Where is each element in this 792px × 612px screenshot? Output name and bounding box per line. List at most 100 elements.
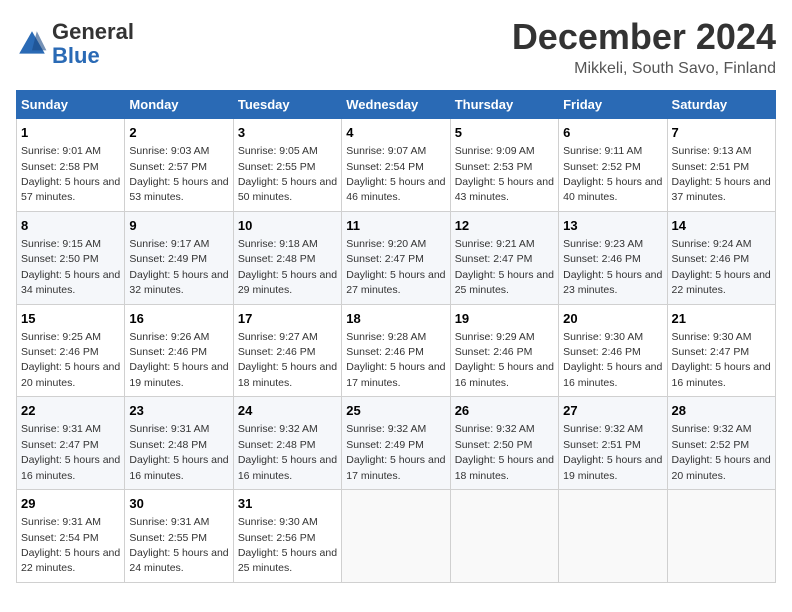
header: General Blue December 2024 Mikkeli, Sout… (16, 16, 776, 78)
calendar-cell (450, 490, 558, 583)
calendar-week-1: 1 Sunrise: 9:01 AMSunset: 2:58 PMDayligh… (17, 119, 776, 212)
day-number: 23 (129, 402, 228, 420)
day-sunrise: Sunrise: 9:01 AMSunset: 2:58 PMDaylight:… (21, 145, 120, 203)
day-sunrise: Sunrise: 9:18 AMSunset: 2:48 PMDaylight:… (238, 238, 337, 296)
day-sunrise: Sunrise: 9:32 AMSunset: 2:50 PMDaylight:… (455, 423, 554, 481)
day-sunrise: Sunrise: 9:20 AMSunset: 2:47 PMDaylight:… (346, 238, 445, 296)
subtitle: Mikkeli, South Savo, Finland (512, 60, 776, 78)
calendar-cell: 27 Sunrise: 9:32 AMSunset: 2:51 PMDaylig… (559, 397, 667, 490)
calendar-cell: 26 Sunrise: 9:32 AMSunset: 2:50 PMDaylig… (450, 397, 558, 490)
day-sunrise: Sunrise: 9:30 AMSunset: 2:56 PMDaylight:… (238, 516, 337, 574)
calendar-body: 1 Sunrise: 9:01 AMSunset: 2:58 PMDayligh… (17, 119, 776, 583)
calendar-header-row: SundayMondayTuesdayWednesdayThursdayFrid… (17, 91, 776, 119)
calendar-cell (342, 490, 450, 583)
day-number: 10 (238, 217, 337, 235)
calendar-cell: 31 Sunrise: 9:30 AMSunset: 2:56 PMDaylig… (233, 490, 341, 583)
calendar-cell: 18 Sunrise: 9:28 AMSunset: 2:46 PMDaylig… (342, 304, 450, 397)
calendar-cell: 30 Sunrise: 9:31 AMSunset: 2:55 PMDaylig… (125, 490, 233, 583)
calendar-cell (667, 490, 775, 583)
calendar-cell: 13 Sunrise: 9:23 AMSunset: 2:46 PMDaylig… (559, 211, 667, 304)
day-sunrise: Sunrise: 9:26 AMSunset: 2:46 PMDaylight:… (129, 331, 228, 389)
calendar-cell: 22 Sunrise: 9:31 AMSunset: 2:47 PMDaylig… (17, 397, 125, 490)
logo-icon (16, 28, 48, 60)
day-number: 11 (346, 217, 445, 235)
day-sunrise: Sunrise: 9:13 AMSunset: 2:51 PMDaylight:… (672, 145, 771, 203)
day-sunrise: Sunrise: 9:32 AMSunset: 2:51 PMDaylight:… (563, 423, 662, 481)
calendar-table: SundayMondayTuesdayWednesdayThursdayFrid… (16, 90, 776, 583)
day-number: 17 (238, 310, 337, 328)
day-sunrise: Sunrise: 9:23 AMSunset: 2:46 PMDaylight:… (563, 238, 662, 296)
day-number: 20 (563, 310, 662, 328)
day-number: 26 (455, 402, 554, 420)
day-number: 12 (455, 217, 554, 235)
day-number: 3 (238, 124, 337, 142)
calendar-cell: 2 Sunrise: 9:03 AMSunset: 2:57 PMDayligh… (125, 119, 233, 212)
day-sunrise: Sunrise: 9:27 AMSunset: 2:46 PMDaylight:… (238, 331, 337, 389)
day-sunrise: Sunrise: 9:24 AMSunset: 2:46 PMDaylight:… (672, 238, 771, 296)
main-title: December 2024 (512, 16, 776, 58)
day-sunrise: Sunrise: 9:30 AMSunset: 2:46 PMDaylight:… (563, 331, 662, 389)
day-number: 4 (346, 124, 445, 142)
calendar-cell: 1 Sunrise: 9:01 AMSunset: 2:58 PMDayligh… (17, 119, 125, 212)
day-number: 19 (455, 310, 554, 328)
calendar-week-5: 29 Sunrise: 9:31 AMSunset: 2:54 PMDaylig… (17, 490, 776, 583)
day-number: 2 (129, 124, 228, 142)
day-number: 1 (21, 124, 120, 142)
day-sunrise: Sunrise: 9:32 AMSunset: 2:49 PMDaylight:… (346, 423, 445, 481)
day-number: 5 (455, 124, 554, 142)
calendar-cell: 7 Sunrise: 9:13 AMSunset: 2:51 PMDayligh… (667, 119, 775, 212)
day-sunrise: Sunrise: 9:07 AMSunset: 2:54 PMDaylight:… (346, 145, 445, 203)
calendar-cell: 28 Sunrise: 9:32 AMSunset: 2:52 PMDaylig… (667, 397, 775, 490)
calendar-cell: 5 Sunrise: 9:09 AMSunset: 2:53 PMDayligh… (450, 119, 558, 212)
day-number: 21 (672, 310, 771, 328)
calendar-cell: 9 Sunrise: 9:17 AMSunset: 2:49 PMDayligh… (125, 211, 233, 304)
calendar-header-thursday: Thursday (450, 91, 558, 119)
calendar-week-4: 22 Sunrise: 9:31 AMSunset: 2:47 PMDaylig… (17, 397, 776, 490)
calendar-cell: 3 Sunrise: 9:05 AMSunset: 2:55 PMDayligh… (233, 119, 341, 212)
day-number: 24 (238, 402, 337, 420)
day-sunrise: Sunrise: 9:31 AMSunset: 2:48 PMDaylight:… (129, 423, 228, 481)
calendar-cell: 12 Sunrise: 9:21 AMSunset: 2:47 PMDaylig… (450, 211, 558, 304)
day-sunrise: Sunrise: 9:15 AMSunset: 2:50 PMDaylight:… (21, 238, 120, 296)
calendar-cell: 10 Sunrise: 9:18 AMSunset: 2:48 PMDaylig… (233, 211, 341, 304)
day-number: 22 (21, 402, 120, 420)
day-sunrise: Sunrise: 9:32 AMSunset: 2:52 PMDaylight:… (672, 423, 771, 481)
calendar-cell: 23 Sunrise: 9:31 AMSunset: 2:48 PMDaylig… (125, 397, 233, 490)
calendar-week-3: 15 Sunrise: 9:25 AMSunset: 2:46 PMDaylig… (17, 304, 776, 397)
calendar-cell: 17 Sunrise: 9:27 AMSunset: 2:46 PMDaylig… (233, 304, 341, 397)
day-number: 27 (563, 402, 662, 420)
day-sunrise: Sunrise: 9:05 AMSunset: 2:55 PMDaylight:… (238, 145, 337, 203)
calendar-cell: 14 Sunrise: 9:24 AMSunset: 2:46 PMDaylig… (667, 211, 775, 304)
day-sunrise: Sunrise: 9:09 AMSunset: 2:53 PMDaylight:… (455, 145, 554, 203)
calendar-header-tuesday: Tuesday (233, 91, 341, 119)
day-number: 18 (346, 310, 445, 328)
day-number: 6 (563, 124, 662, 142)
day-number: 15 (21, 310, 120, 328)
calendar-cell: 29 Sunrise: 9:31 AMSunset: 2:54 PMDaylig… (17, 490, 125, 583)
day-sunrise: Sunrise: 9:25 AMSunset: 2:46 PMDaylight:… (21, 331, 120, 389)
calendar-cell: 6 Sunrise: 9:11 AMSunset: 2:52 PMDayligh… (559, 119, 667, 212)
day-sunrise: Sunrise: 9:29 AMSunset: 2:46 PMDaylight:… (455, 331, 554, 389)
day-number: 7 (672, 124, 771, 142)
calendar-cell: 21 Sunrise: 9:30 AMSunset: 2:47 PMDaylig… (667, 304, 775, 397)
day-sunrise: Sunrise: 9:03 AMSunset: 2:57 PMDaylight:… (129, 145, 228, 203)
calendar-cell: 4 Sunrise: 9:07 AMSunset: 2:54 PMDayligh… (342, 119, 450, 212)
day-sunrise: Sunrise: 9:28 AMSunset: 2:46 PMDaylight:… (346, 331, 445, 389)
day-sunrise: Sunrise: 9:32 AMSunset: 2:48 PMDaylight:… (238, 423, 337, 481)
calendar-cell: 24 Sunrise: 9:32 AMSunset: 2:48 PMDaylig… (233, 397, 341, 490)
day-number: 9 (129, 217, 228, 235)
calendar-header-monday: Monday (125, 91, 233, 119)
logo-text: General Blue (52, 20, 134, 68)
calendar-cell: 16 Sunrise: 9:26 AMSunset: 2:46 PMDaylig… (125, 304, 233, 397)
day-sunrise: Sunrise: 9:31 AMSunset: 2:55 PMDaylight:… (129, 516, 228, 574)
calendar-cell: 25 Sunrise: 9:32 AMSunset: 2:49 PMDaylig… (342, 397, 450, 490)
day-sunrise: Sunrise: 9:31 AMSunset: 2:54 PMDaylight:… (21, 516, 120, 574)
day-number: 31 (238, 495, 337, 513)
day-number: 13 (563, 217, 662, 235)
title-block: December 2024 Mikkeli, South Savo, Finla… (512, 16, 776, 78)
day-sunrise: Sunrise: 9:17 AMSunset: 2:49 PMDaylight:… (129, 238, 228, 296)
calendar-cell: 20 Sunrise: 9:30 AMSunset: 2:46 PMDaylig… (559, 304, 667, 397)
day-number: 16 (129, 310, 228, 328)
calendar-cell: 15 Sunrise: 9:25 AMSunset: 2:46 PMDaylig… (17, 304, 125, 397)
day-number: 14 (672, 217, 771, 235)
